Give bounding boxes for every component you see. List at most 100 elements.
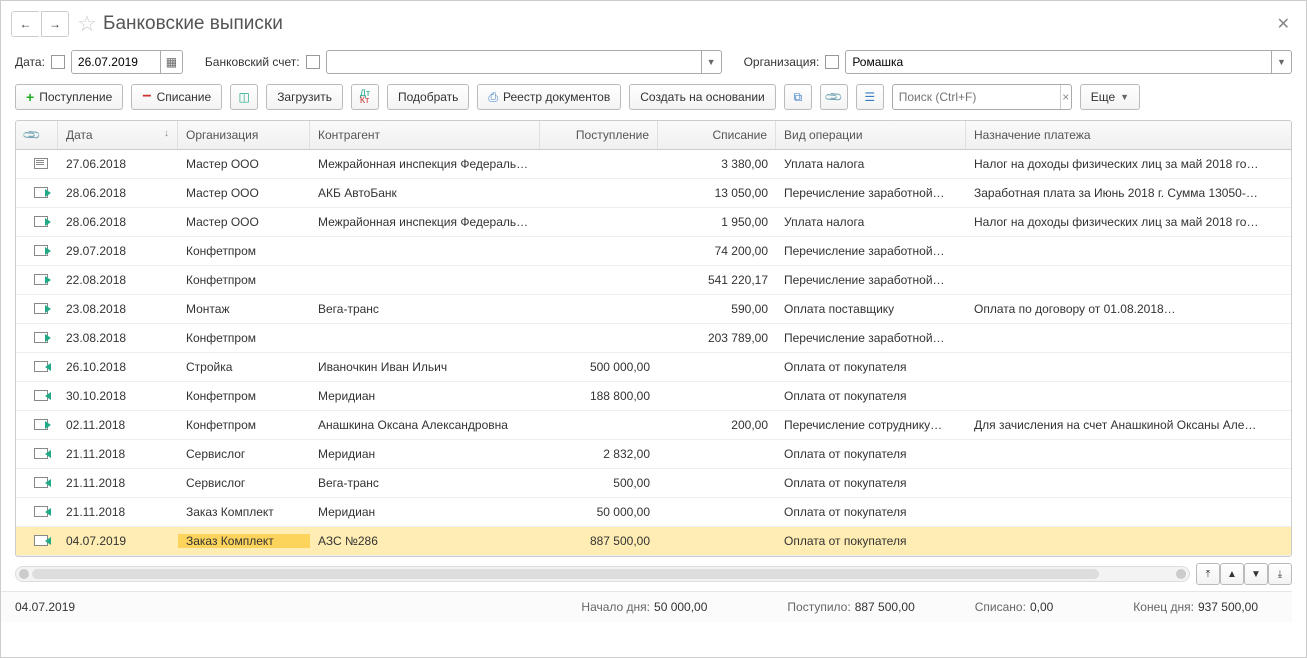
scroll-up-button[interactable]: ▲ xyxy=(1220,563,1244,585)
table-row[interactable]: 04.07.2019Заказ КомплектАЗС №286887 500,… xyxy=(16,527,1291,556)
cell-org: Конфетпром xyxy=(178,389,310,403)
cell-op: Уплата налога xyxy=(776,215,966,229)
table-row[interactable]: 23.08.2018МонтажВега-транс590,00Оплата п… xyxy=(16,295,1291,324)
chevron-down-icon: ▼ xyxy=(1120,92,1129,102)
scroll-top-button[interactable]: ⤒ xyxy=(1196,563,1220,585)
table-row[interactable]: 27.06.2018Мастер ОООМежрайонная инспекци… xyxy=(16,150,1291,179)
org-filter-checkbox[interactable] xyxy=(825,55,839,69)
column-purpose[interactable]: Назначение платежа xyxy=(966,121,1292,149)
cell-date: 30.10.2018 xyxy=(58,389,178,403)
favorite-icon[interactable]: ☆ xyxy=(71,11,103,37)
relations-button[interactable]: ⧉ xyxy=(784,84,812,110)
column-expense[interactable]: Списание xyxy=(658,121,776,149)
pick-button[interactable]: Подобрать xyxy=(387,84,469,110)
row-status-icon xyxy=(34,360,50,372)
column-attach[interactable]: 📎 xyxy=(16,121,58,149)
cell-date: 29.07.2018 xyxy=(58,244,178,258)
account-filter-label: Банковский счет: xyxy=(205,55,300,69)
refresh-button[interactable]: ◫ xyxy=(230,84,258,110)
attach-button[interactable]: 📎 xyxy=(820,84,848,110)
account-filter-input[interactable] xyxy=(327,51,701,73)
table-row[interactable]: 02.11.2018КонфетпромАнашкина Оксана Алек… xyxy=(16,411,1291,440)
column-date[interactable]: Дата↓ xyxy=(58,121,178,149)
table-row[interactable]: 30.10.2018КонфетпромМеридиан188 800,00Оп… xyxy=(16,382,1291,411)
cell-income: 50 000,00 xyxy=(540,505,658,519)
cell-expense: 200,00 xyxy=(658,418,776,432)
minus-icon: − xyxy=(142,88,151,106)
status-end-label: Конец дня: xyxy=(1133,600,1194,614)
cell-op: Перечисление заработной… xyxy=(776,186,966,200)
date-filter-input[interactable] xyxy=(72,51,160,73)
cell-expense: 1 950,00 xyxy=(658,215,776,229)
cell-purpose: Налог на доходы физических лиц за май 20… xyxy=(966,215,1291,229)
cell-contragent: Меридиан xyxy=(310,505,540,519)
cell-income: 500,00 xyxy=(540,476,658,490)
registry-button[interactable]: ⎙ Реестр документов xyxy=(477,84,621,110)
nav-forward-button[interactable]: → xyxy=(41,11,69,37)
expense-button[interactable]: − Списание xyxy=(131,84,222,110)
create-based-button[interactable]: Создать на основании xyxy=(629,84,776,110)
org-filter-label: Организация: xyxy=(744,55,820,69)
column-contragent[interactable]: Контрагент xyxy=(310,121,540,149)
income-button[interactable]: + Поступление xyxy=(15,84,123,110)
cell-date: 26.10.2018 xyxy=(58,360,178,374)
cell-purpose: Для зачисления на счет Анашкиной Оксаны … xyxy=(966,418,1291,432)
status-out-label: Списано: xyxy=(975,600,1026,614)
status-end-value: 937 500,00 xyxy=(1198,600,1258,614)
column-op-type[interactable]: Вид операции xyxy=(776,121,966,149)
cell-date: 28.06.2018 xyxy=(58,186,178,200)
more-button[interactable]: Еще ▼ xyxy=(1080,84,1140,110)
cell-purpose: Налог на доходы физических лиц за май 20… xyxy=(966,157,1291,171)
nav-back-button[interactable]: ← xyxy=(11,11,39,37)
scroll-bottom-button[interactable]: ⤓ xyxy=(1268,563,1292,585)
dtkt-button[interactable]: ДᴛКᴛ xyxy=(351,84,379,110)
cell-income: 188 800,00 xyxy=(540,389,658,403)
cell-org: Стройка xyxy=(178,360,310,374)
table-row[interactable]: 21.11.2018СервислогВега-транс500,00Оплат… xyxy=(16,469,1291,498)
status-bar: 04.07.2019 Начало дня:50 000,00 Поступил… xyxy=(1,591,1292,622)
search-input[interactable] xyxy=(893,90,1060,104)
pick-button-label: Подобрать xyxy=(398,90,458,104)
list-settings-button[interactable]: ☰ xyxy=(856,84,884,110)
cell-date: 04.07.2019 xyxy=(58,534,178,548)
load-button[interactable]: Загрузить xyxy=(266,84,343,110)
row-status-icon xyxy=(34,244,50,256)
cell-org: Сервислог xyxy=(178,476,310,490)
clip-icon: 📎 xyxy=(21,125,41,145)
org-dropdown-icon[interactable]: ▼ xyxy=(1271,51,1291,73)
table-row[interactable]: 26.10.2018СтройкаИваночкин Иван Ильич500… xyxy=(16,353,1291,382)
page-title: Банковские выписки xyxy=(103,13,1271,35)
row-status-icon xyxy=(34,534,50,546)
table-row[interactable]: 21.11.2018Заказ КомплектМеридиан50 000,0… xyxy=(16,498,1291,527)
cell-contragent: Меридиан xyxy=(310,447,540,461)
table-row[interactable]: 23.08.2018Конфетпром203 789,00Перечислен… xyxy=(16,324,1291,353)
cell-org: Конфетпром xyxy=(178,273,310,287)
scroll-down-button[interactable]: ▼ xyxy=(1244,563,1268,585)
close-button[interactable]: ✕ xyxy=(1271,14,1296,34)
cell-date: 23.08.2018 xyxy=(58,331,178,345)
sort-desc-icon: ↓ xyxy=(164,128,169,139)
row-status-icon xyxy=(34,186,50,198)
cell-date: 28.06.2018 xyxy=(58,215,178,229)
table-row[interactable]: 28.06.2018Мастер ОООМежрайонная инспекци… xyxy=(16,208,1291,237)
row-status-icon xyxy=(34,389,50,401)
column-income[interactable]: Поступление xyxy=(540,121,658,149)
org-filter-input[interactable] xyxy=(846,51,1271,73)
table-row[interactable]: 21.11.2018СервислогМеридиан2 832,00Оплат… xyxy=(16,440,1291,469)
row-status-icon xyxy=(34,273,50,285)
status-in-value: 887 500,00 xyxy=(855,600,915,614)
table-row[interactable]: 29.07.2018Конфетпром74 200,00Перечислени… xyxy=(16,237,1291,266)
list-icon: ☰ xyxy=(864,90,875,104)
calendar-icon[interactable]: ▦ xyxy=(160,51,182,73)
table-row[interactable]: 22.08.2018Конфетпром541 220,17Перечислен… xyxy=(16,266,1291,295)
column-org[interactable]: Организация xyxy=(178,121,310,149)
account-filter-checkbox[interactable] xyxy=(306,55,320,69)
cell-op: Оплата от покупателя xyxy=(776,476,966,490)
horizontal-scrollbar[interactable] xyxy=(15,566,1190,582)
date-filter-checkbox[interactable] xyxy=(51,55,65,69)
plus-icon: + xyxy=(26,89,34,105)
table-row[interactable]: 28.06.2018Мастер ОООАКБ АвтоБанк13 050,0… xyxy=(16,179,1291,208)
search-clear-button[interactable]: × xyxy=(1060,85,1071,109)
account-dropdown-icon[interactable]: ▼ xyxy=(701,51,721,73)
cell-purpose: Оплата по договору от 01.08.2018… xyxy=(966,302,1291,316)
